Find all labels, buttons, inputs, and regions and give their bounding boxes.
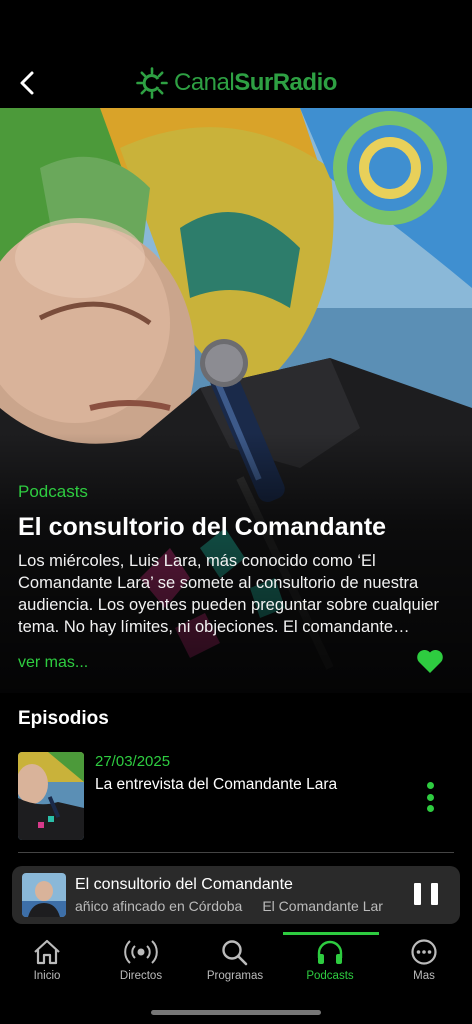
player-thumbnail: [22, 873, 66, 917]
player-subtitle-b: El Comandante Lar: [262, 898, 383, 914]
player-subtitle-marquee: añico afincado en Córdoba El Comandante L…: [75, 898, 397, 918]
player-title: El consultorio del Comandante: [75, 876, 293, 893]
vertical-dots-icon[interactable]: [420, 782, 440, 812]
podcast-description: Los miércoles, Luis Lara, más conocido c…: [18, 552, 440, 636]
logo-text-canal: Canal: [174, 69, 235, 96]
heart-icon[interactable]: [416, 648, 444, 674]
tab-label: Inicio: [33, 970, 61, 982]
logo-wordmark: CanalSurRadio: [174, 69, 337, 97]
pause-icon[interactable]: [414, 883, 438, 907]
see-more-link[interactable]: ver mas...: [18, 654, 88, 672]
broadcast-icon: [124, 940, 158, 964]
tab-label: Podcasts: [306, 970, 354, 982]
top-bar: CanalSurRadio: [0, 0, 472, 108]
tab-label: Programas: [206, 970, 264, 982]
home-icon: [34, 939, 60, 965]
podcast-title: El consultorio del Comandante: [18, 513, 387, 541]
episode-date: 27/03/2025: [95, 753, 171, 770]
chevron-left-icon: [20, 71, 34, 95]
sun-icon: [136, 67, 168, 99]
tab-inicio[interactable]: Inicio: [0, 932, 94, 992]
more-dots-icon: [411, 939, 437, 965]
tab-label: Directos: [119, 970, 163, 982]
category-label[interactable]: Podcasts: [18, 482, 88, 502]
episode-title: La entrevista del Comandante Lara: [95, 776, 338, 793]
episodes-heading: Episodios: [18, 708, 109, 729]
home-indicator: [151, 1010, 321, 1015]
tab-mas[interactable]: Mas: [377, 932, 471, 992]
mini-player[interactable]: El consultorio del Comandante añico afin…: [12, 866, 460, 924]
tab-programas[interactable]: Programas: [188, 932, 282, 992]
episode-divider: [18, 852, 454, 853]
headphones-icon: [317, 940, 343, 964]
episode-thumbnail: [18, 752, 84, 840]
back-button[interactable]: [12, 66, 42, 100]
tab-bar: Inicio Directos Programas Podcasts Mas: [0, 932, 472, 992]
player-subtitle-a: añico afincado en Córdoba: [75, 898, 243, 914]
tab-podcasts[interactable]: Podcasts: [283, 932, 377, 992]
tab-directos[interactable]: Directos: [94, 932, 188, 992]
search-icon: [222, 940, 248, 966]
tab-label: Mas: [413, 970, 435, 982]
logo-text-surradio: SurRadio: [234, 69, 337, 96]
episode-item[interactable]: 27/03/2025 La entrevista del Comandante …: [18, 752, 454, 842]
canal-sur-radio-logo: CanalSurRadio: [136, 66, 337, 100]
